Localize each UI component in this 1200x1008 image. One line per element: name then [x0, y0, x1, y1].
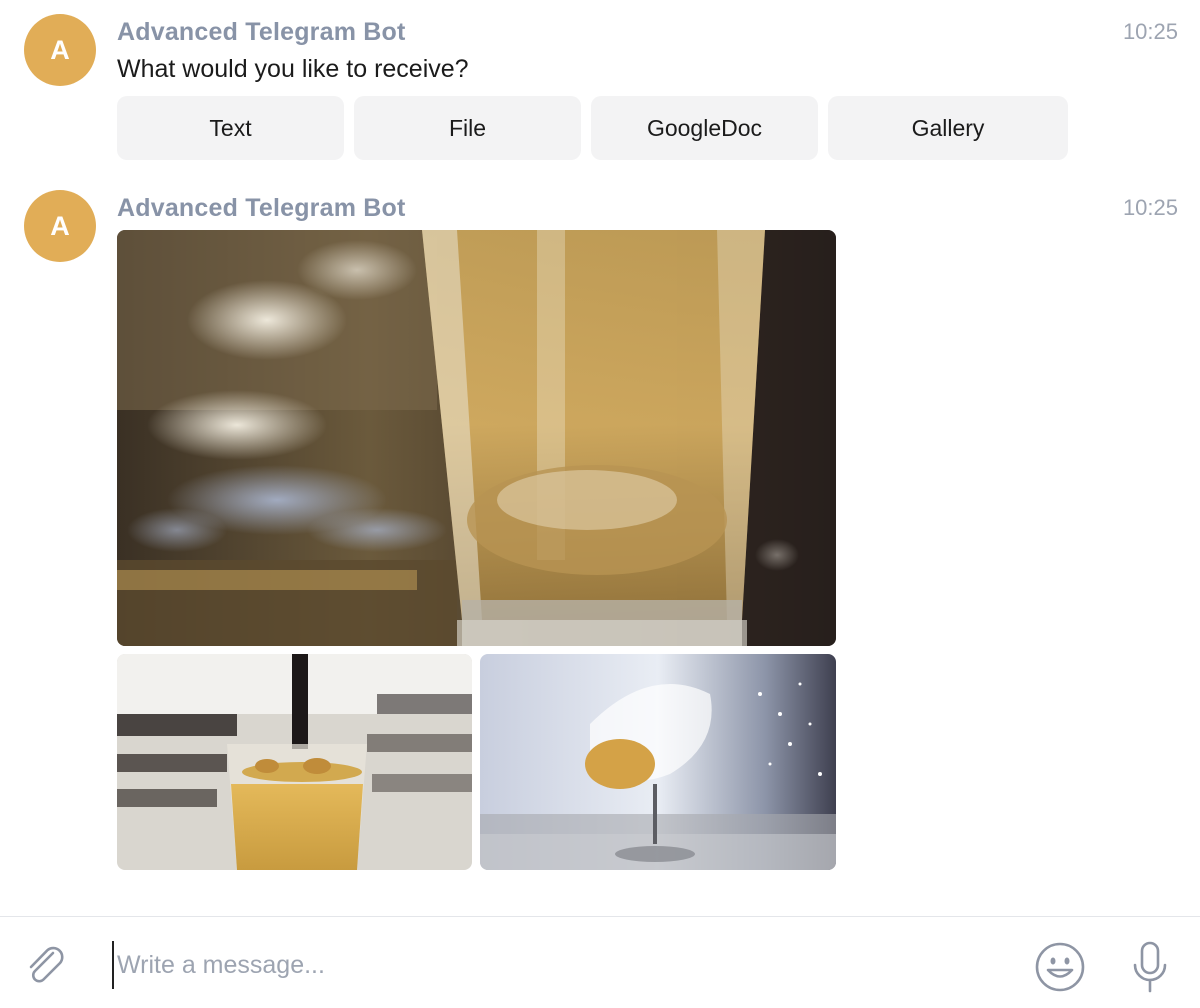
sender-name[interactable]: Advanced Telegram Bot	[117, 194, 406, 223]
gallery-photo-beer-glass[interactable]	[117, 230, 836, 646]
message-time: 10:25	[1122, 195, 1178, 220]
message-text: What would you like to receive?	[117, 55, 469, 83]
avatar[interactable]: A	[24, 190, 96, 262]
gallery-photo-splash-glass[interactable]	[480, 654, 836, 870]
keyboard-button-file[interactable]: File	[354, 96, 581, 160]
splash-glass-image	[480, 654, 836, 870]
keyboard-button-gallery[interactable]: Gallery	[828, 96, 1068, 160]
keyboard-button-googledoc[interactable]: GoogleDoc	[591, 96, 818, 160]
gallery-photo-juice-glass[interactable]	[117, 654, 472, 870]
avatar[interactable]: A	[24, 14, 96, 86]
sender-name[interactable]: Advanced Telegram Bot	[117, 18, 406, 47]
keyboard-button-text[interactable]: Text	[117, 96, 344, 160]
microphone-icon[interactable]	[1126, 937, 1174, 997]
emoji-icon[interactable]	[1034, 941, 1086, 993]
juice-glass-image	[117, 654, 472, 870]
message-input[interactable]	[112, 941, 992, 989]
beer-glass-image	[117, 230, 836, 646]
paperclip-icon[interactable]	[20, 941, 70, 991]
message-time: 10:25	[1122, 19, 1178, 44]
message-composer	[0, 916, 1200, 1008]
